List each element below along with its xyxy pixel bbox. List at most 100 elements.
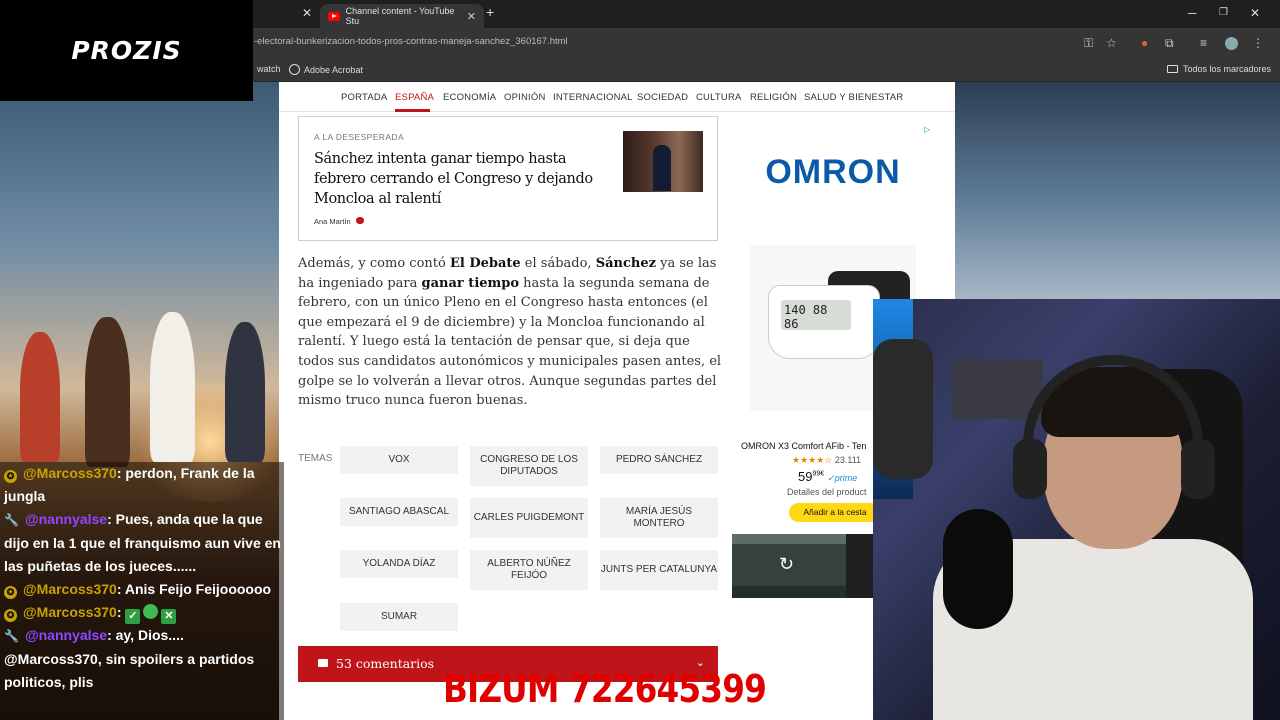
sponsor-logo-box: PROZIS [0, 0, 253, 101]
minimize-icon[interactable]: ─ [1188, 6, 1197, 20]
webcam-feed [873, 299, 1280, 720]
nav-internacional[interactable]: INTERNACIONAL [553, 92, 633, 103]
acrobat-icon [289, 64, 300, 75]
related-kicker: A LA DESESPERADA [314, 132, 405, 142]
replay-icon[interactable]: ↻ [779, 554, 794, 575]
puzzle-icon[interactable]: ⧉ [1165, 36, 1174, 51]
related-author[interactable]: Ana Martín [314, 217, 351, 226]
close-tab-icon[interactable]: ✕ [302, 6, 312, 20]
product-name[interactable]: OMRON X3 Comfort AFib - Ten [741, 441, 866, 451]
nav-portada[interactable]: PORTADA [341, 92, 387, 103]
live-chat: ✪ @Marcoss370: perdon, Frank de la jungla… [0, 462, 284, 720]
chat-username: @nannyalse [24, 627, 108, 643]
close-icon[interactable]: ✕ [467, 10, 476, 23]
tab-title: Channel content - YouTube Stu [345, 6, 455, 26]
temas-label: TEMAS [298, 453, 333, 464]
media-icon[interactable]: ≡ [1200, 36, 1207, 50]
chat-text: : [116, 604, 126, 620]
key-icon[interactable]: ⚿ [1084, 36, 1093, 51]
city-photo [955, 82, 1280, 302]
monitor-image: 140 88 86 [768, 285, 880, 359]
tag-carles-puigdemont[interactable]: CARLES PUIGDEMONT [470, 498, 588, 538]
bold-ganar-tiempo: ganar tiempo [421, 275, 520, 291]
nav-opinion[interactable]: OPINIÓN [504, 92, 546, 103]
folder-icon [1167, 65, 1178, 73]
screen: ✕ Channel content - YouTube Stu ✕ + ─ ❐ … [0, 0, 1280, 720]
adchoices-icon[interactable]: ▷ [924, 125, 934, 135]
chat-text: @Marcoss370, sin spoilers a partidos pol… [4, 651, 255, 690]
coin-badge-icon: ✪ [4, 470, 17, 483]
nav-religion[interactable]: RELIGIÓN [750, 92, 797, 103]
tag-alberto-nunez-feijoo[interactable]: ALBERTO NÚÑEZ FEIJÓO [470, 550, 588, 590]
check-emote-icon: ✓ [125, 609, 141, 624]
youtube-icon [328, 11, 340, 21]
tab-youtube-studio[interactable]: Channel content - YouTube Stu ✕ [320, 4, 484, 28]
prozis-logo: PROZIS [71, 36, 182, 65]
tag-maria-jesus-montero[interactable]: MARÍA JESÚS MONTERO [600, 498, 718, 538]
microphone [943, 509, 1013, 629]
monitor-screen: 140 88 86 [781, 300, 851, 331]
comments-label: 53 comentarios [336, 656, 435, 671]
related-thumbnail[interactable] [623, 131, 703, 192]
profile-avatar[interactable] [1225, 37, 1238, 50]
comment-bubble-icon [356, 217, 364, 224]
nav-sociedad[interactable]: SOCIEDAD [637, 92, 688, 103]
chat-username: @Marcoss370 [23, 604, 117, 620]
chat-text: : ay, Dios.... [107, 627, 184, 643]
extension-icon[interactable]: ● [1141, 36, 1148, 50]
chat-username: @Marcoss370 [23, 465, 117, 481]
nav-cultura[interactable]: CULTURA [696, 92, 742, 103]
nav-salud-y-bienestar[interactable]: SALUD Y BIENESTAR [804, 92, 904, 103]
bold-el-debate: El Debate [449, 256, 521, 271]
chat-username: @nannyalse [24, 511, 108, 527]
chat-message: ✪ @Marcoss370: perdon, Frank de la jungla [0, 462, 284, 508]
video-ad-edge [846, 534, 876, 598]
video-ad[interactable]: ↻ [732, 534, 846, 598]
omron-logo[interactable]: OMRON [732, 153, 934, 192]
section-nav: PORTADA ESPAÑA ECONOMÍA OPINIÓN INTERNAC… [279, 82, 955, 112]
chat-message: @Marcoss370, sin spoilers a partidos pol… [0, 648, 284, 694]
bookmark-watch[interactable]: watch [257, 64, 281, 74]
nav-espana[interactable]: ESPAÑA [395, 92, 434, 103]
tag-sumar[interactable]: SUMAR [340, 603, 458, 631]
coin-badge-icon: ✪ [4, 609, 17, 622]
tag-vox[interactable]: VOX [340, 446, 458, 474]
restore-icon[interactable]: ❐ [1219, 7, 1228, 18]
product-rating: ★★★★☆ 23.111 [792, 455, 862, 465]
url-text[interactable]: -electoral-bunkerizacion-todos-pros-cont… [254, 36, 568, 47]
prime-badge: ✓prime [827, 473, 858, 483]
new-tab-button[interactable]: + [486, 4, 494, 20]
wrench-badge-icon: 🔧 [4, 513, 19, 527]
tag-yolanda-diaz[interactable]: YOLANDA DÍAZ [340, 550, 458, 578]
tag-congreso[interactable]: CONGRESO DE LOS DIPUTADOS [470, 446, 588, 486]
bookmark-adobe-acrobat[interactable]: Adobe Acrobat [289, 64, 363, 75]
coin-badge-icon: ✪ [4, 586, 17, 599]
chat-text: : Anis Feijo Feijoooooo [116, 581, 272, 597]
chat-message: ✪ @Marcoss370: ✓ ✕ [0, 601, 284, 624]
menu-dots-icon[interactable]: ⋮ [1252, 36, 1264, 50]
nav-active-underline [395, 109, 430, 112]
cross-emote-icon: ✕ [161, 609, 177, 624]
all-bookmarks[interactable]: Todos los marcadores [1167, 64, 1271, 74]
chat-username: @Marcoss370 [23, 581, 117, 597]
related-article-card[interactable]: A LA DESESPERADA Sánchez intenta ganar t… [298, 116, 718, 241]
product-price: 5999€ ✓prime [798, 469, 858, 484]
chat-message: 🔧 @nannyalse: ay, Dios.... [0, 624, 284, 648]
add-to-cart-button[interactable]: Añadir a la cesta [789, 503, 881, 522]
related-headline[interactable]: Sánchez intenta ganar tiempo hasta febre… [314, 149, 609, 209]
close-window-icon[interactable]: ✕ [1250, 6, 1260, 20]
chat-message: 🔧 @nannyalse: Pues, anda que la que dijo … [0, 508, 284, 578]
chat-message: ✪ @Marcoss370: Anis Feijo Feijoooooo [0, 578, 284, 601]
article-paragraph: Además, y como contó El Debate el sábado… [298, 256, 722, 409]
bookmark-star-icon[interactable]: ☆ [1106, 36, 1117, 50]
comment-icon [318, 659, 328, 667]
bold-sanchez: Sánchez [595, 256, 656, 271]
tag-junts-per-catalunya[interactable]: JUNTS PER CATALUNYA [600, 550, 718, 590]
tag-pedro-sanchez[interactable]: PEDRO SÁNCHEZ [600, 446, 718, 474]
nav-economia[interactable]: ECONOMÍA [443, 92, 496, 103]
product-details-link[interactable]: Detalles del product [787, 487, 867, 497]
wrench-badge-icon: 🔧 [4, 629, 19, 643]
green-circle-emote-icon [143, 604, 159, 619]
tag-santiago-abascal[interactable]: SANTIAGO ABASCAL [340, 498, 458, 526]
article-page: PORTADA ESPAÑA ECONOMÍA OPINIÓN INTERNAC… [279, 82, 955, 720]
